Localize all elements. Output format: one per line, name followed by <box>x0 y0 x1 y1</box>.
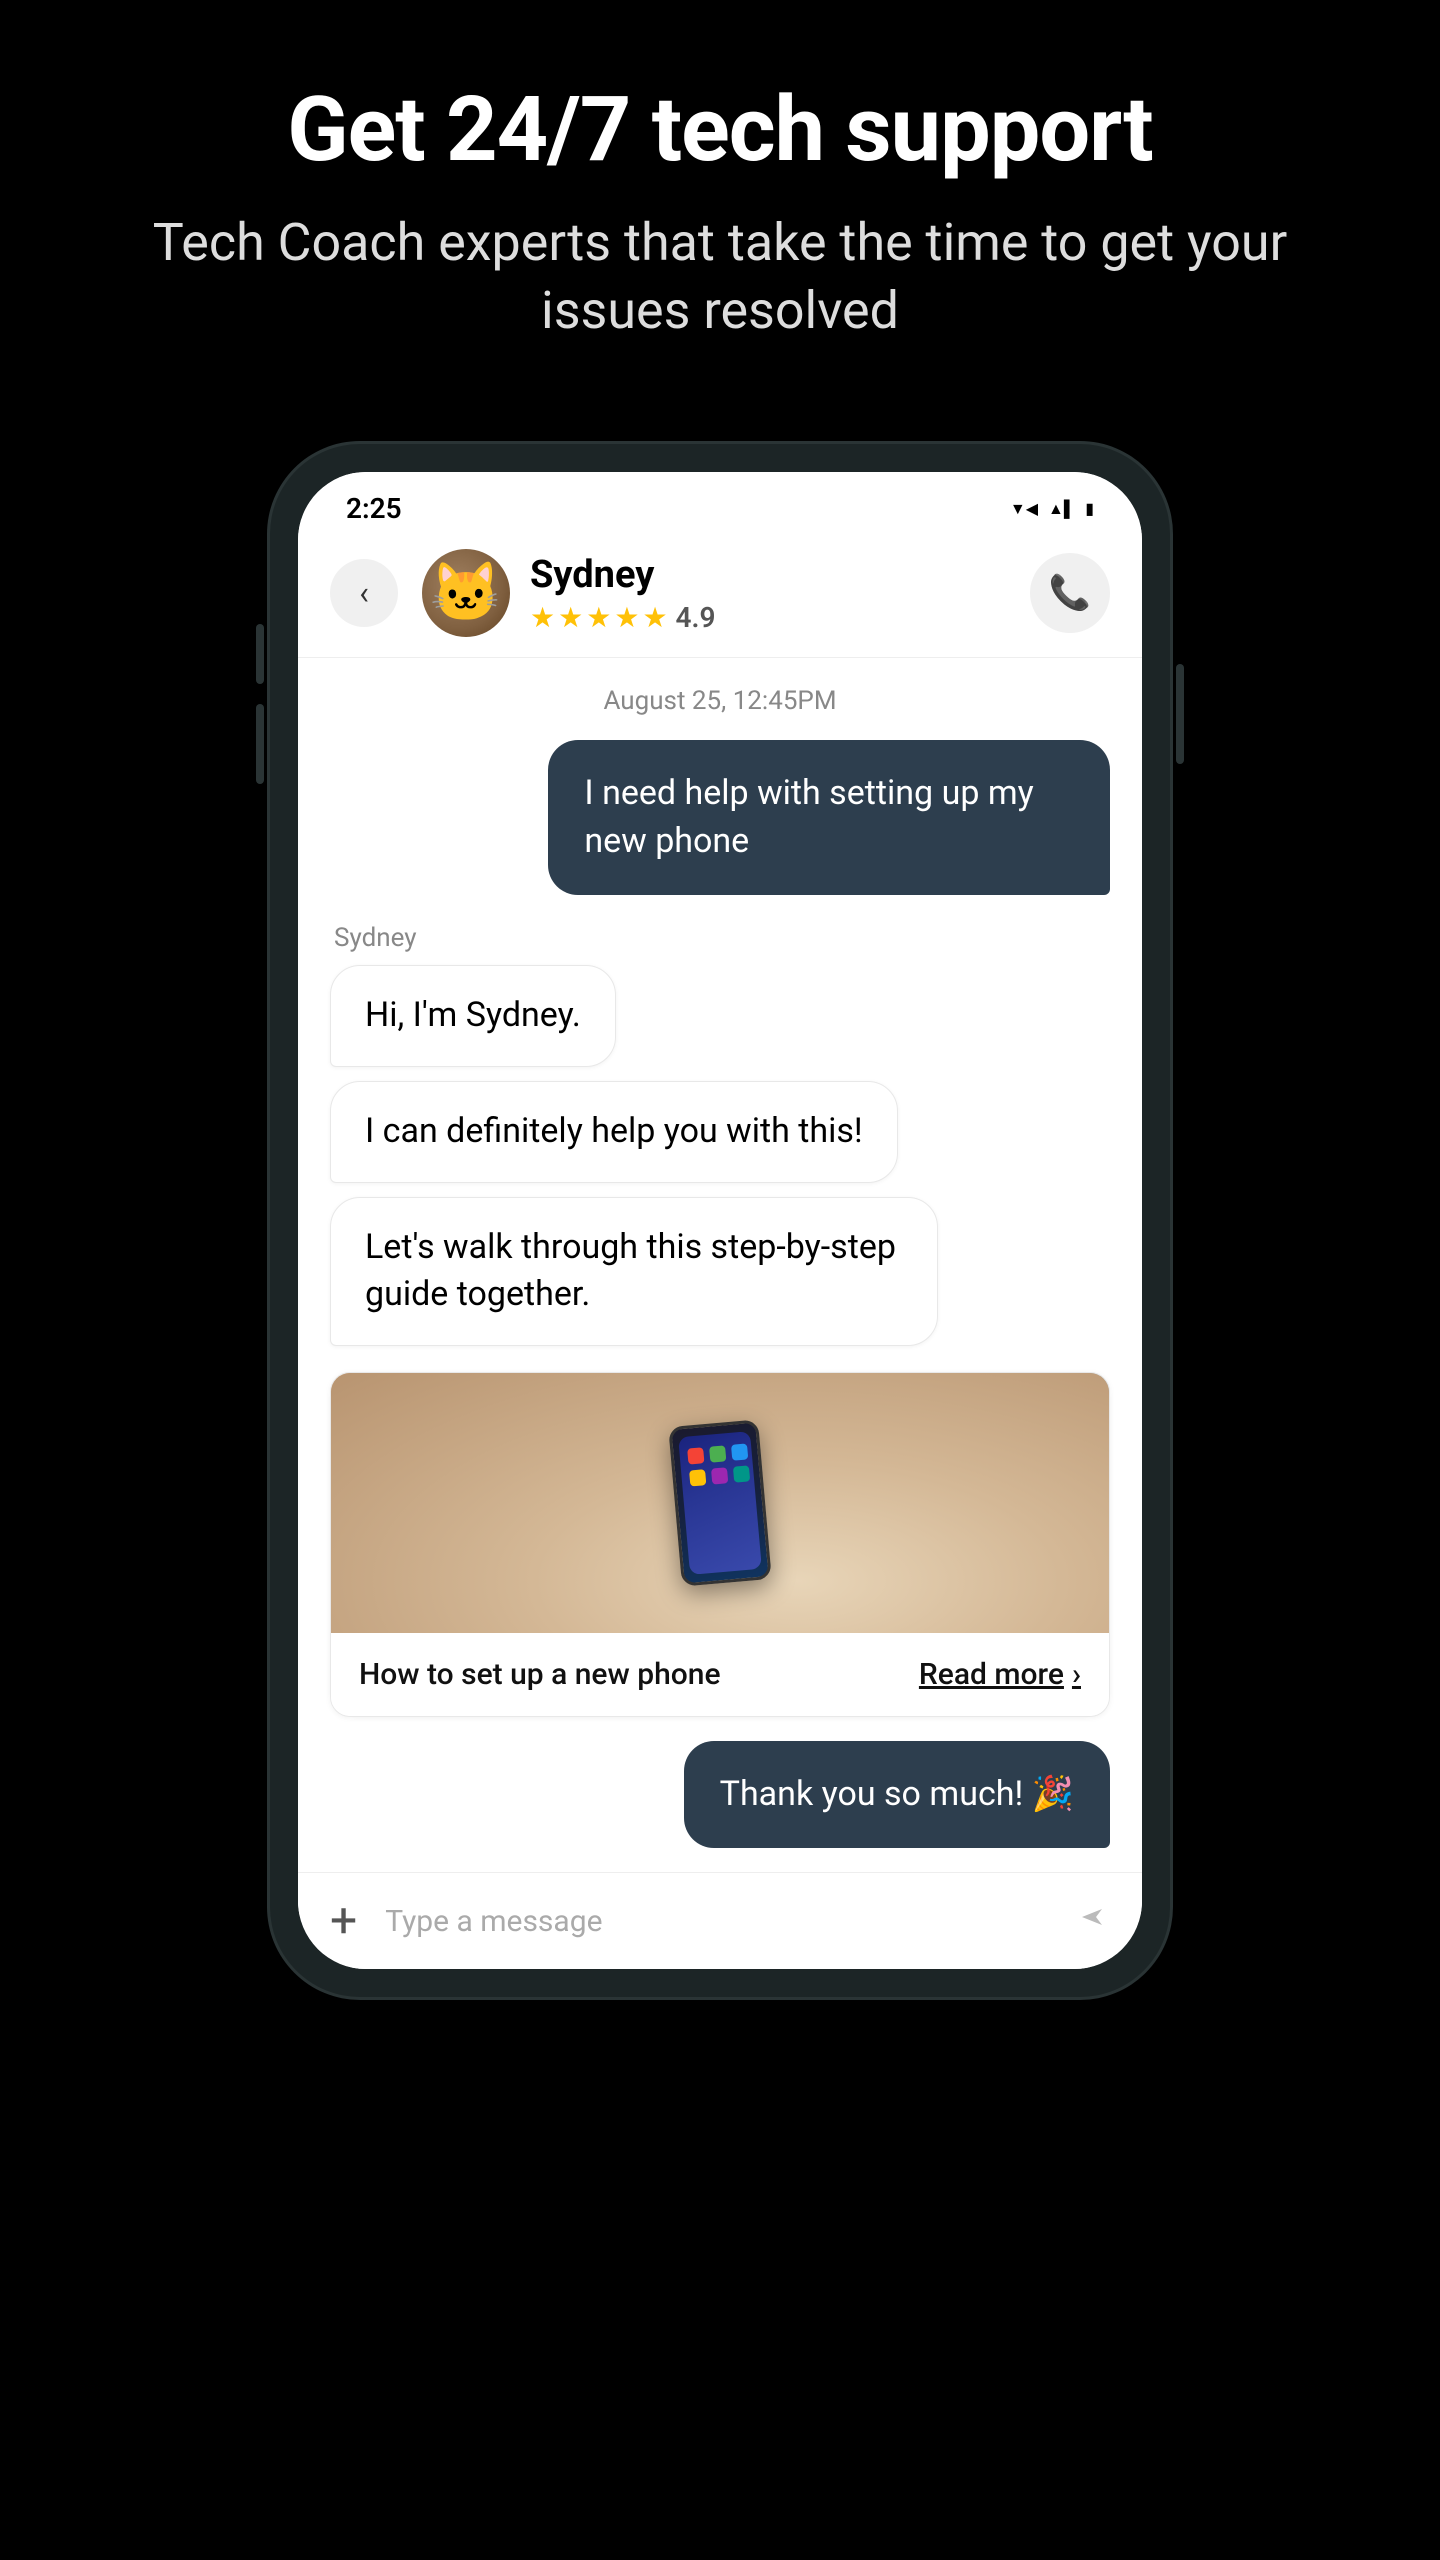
date-label: August 25, 12:45PM <box>330 658 1110 740</box>
star-5: ★ <box>642 601 667 634</box>
power-button <box>1176 664 1184 764</box>
card-image <box>331 1373 1109 1633</box>
phone-mockup: 2:25 ▼◀ ▲▌ ▮ ‹ Sydney ★ <box>270 444 1170 1997</box>
rating-value: 4.9 <box>676 601 716 634</box>
avatar <box>422 549 510 637</box>
user-bubble-1: I need help with setting up my new phone <box>548 740 1110 895</box>
stars-container: ★ ★ ★ ★ ★ <box>530 601 668 634</box>
app-icon-3 <box>731 1443 748 1460</box>
user-message-2: Thank you so much! 🎉 <box>330 1741 1110 1849</box>
app-icon-1 <box>687 1447 704 1464</box>
read-more-button[interactable]: Read more › <box>919 1657 1081 1692</box>
agent-bubble-2: I can definitely help you with this! <box>330 1081 898 1183</box>
send-button[interactable] <box>1074 1899 1110 1944</box>
app-icon-2 <box>709 1445 726 1462</box>
read-more-label: Read more <box>919 1657 1064 1692</box>
agent-bubble-3: Let's walk through this step-by-step gui… <box>330 1197 938 1346</box>
phone-frame: 2:25 ▼◀ ▲▌ ▮ ‹ Sydney ★ <box>270 444 1170 1997</box>
app-icon-6 <box>733 1465 750 1482</box>
card-title: How to set up a new phone <box>359 1657 721 1692</box>
battery-icon: ▮ <box>1085 499 1094 518</box>
star-2: ★ <box>558 601 583 634</box>
call-button[interactable]: 📞 <box>1030 553 1110 633</box>
agent-bubble-1: Hi, I'm Sydney. <box>330 965 616 1067</box>
phone-screen: 2:25 ▼◀ ▲▌ ▮ ‹ Sydney ★ <box>298 472 1142 1969</box>
header-section: Get 24/7 tech support Tech Coach experts… <box>0 0 1440 404</box>
star-1: ★ <box>530 601 555 634</box>
agent-label: Sydney <box>330 923 417 953</box>
article-card: How to set up a new phone Read more › <box>330 1372 1110 1717</box>
volume-down-button <box>256 704 264 784</box>
agent-info: Sydney ★ ★ ★ ★ ★ 4.9 <box>422 549 1030 637</box>
user-bubble-2: Thank you so much! 🎉 <box>684 1741 1110 1849</box>
add-button[interactable]: + <box>330 1897 357 1945</box>
signal-icon: ▲▌ <box>1048 499 1075 519</box>
chevron-right-icon: › <box>1072 1657 1081 1692</box>
agent-message-group: Sydney Hi, I'm Sydney. I can definitely … <box>330 923 1110 1359</box>
back-button[interactable]: ‹ <box>330 559 398 627</box>
agent-details: Sydney ★ ★ ★ ★ ★ 4.9 <box>530 553 716 634</box>
user-message-1: I need help with setting up my new phone <box>330 740 1110 895</box>
status-icons: ▼◀ ▲▌ ▮ <box>1010 499 1094 519</box>
status-time: 2:25 <box>346 492 402 525</box>
app-icon-4 <box>689 1469 706 1486</box>
agent-name: Sydney <box>530 553 716 597</box>
card-image-bg <box>331 1373 1109 1633</box>
page-subtitle: Tech Coach experts that take the time to… <box>120 209 1320 344</box>
card-footer: How to set up a new phone Read more › <box>331 1633 1109 1716</box>
volume-up-button <box>256 624 264 684</box>
star-4: ★ <box>614 601 639 634</box>
message-input[interactable]: Type a message <box>377 1904 1054 1939</box>
phone-illustration <box>668 1419 772 1586</box>
agent-rating: ★ ★ ★ ★ ★ 4.9 <box>530 601 716 634</box>
status-bar: 2:25 ▼◀ ▲▌ ▮ <box>298 472 1142 533</box>
star-3: ★ <box>586 601 611 634</box>
wifi-icon: ▼◀ <box>1010 499 1038 519</box>
app-icon-5 <box>711 1467 728 1484</box>
phone-screen-mini <box>678 1431 762 1575</box>
chat-body: August 25, 12:45PM I need help with sett… <box>298 658 1142 1872</box>
chat-header: ‹ Sydney ★ ★ ★ ★ ★ 4 <box>298 533 1142 658</box>
input-bar: + Type a message <box>298 1872 1142 1969</box>
page-title: Get 24/7 tech support <box>120 80 1320 179</box>
